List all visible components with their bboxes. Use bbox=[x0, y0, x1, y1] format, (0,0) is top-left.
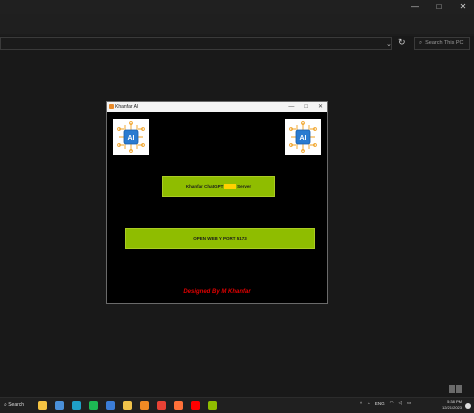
network-icon[interactable]: ◔ bbox=[367, 401, 370, 406]
app-titlebar: Khanfar AI — □ ✕ bbox=[107, 102, 327, 112]
store-icon[interactable] bbox=[106, 401, 115, 410]
designed-by-label: Designed By M Khanfar bbox=[183, 289, 251, 295]
explorer-icon[interactable] bbox=[38, 401, 47, 410]
khanfar-ai-window: Khanfar AI — □ ✕ AI AI Khanfar ChatGPT (… bbox=[106, 101, 328, 304]
vlc-icon[interactable] bbox=[140, 401, 149, 410]
refresh-icon[interactable]: ↻ bbox=[398, 37, 406, 48]
explorer-window-controls: — □ ✕ bbox=[410, 1, 468, 13]
taskbar-clock[interactable]: 5:38 PM 12/21/2023 bbox=[436, 399, 462, 411]
svg-text:AI: AI bbox=[128, 135, 135, 142]
explorer-titlebar: — □ ✕ bbox=[0, 0, 474, 14]
taskbar-search-label: Search bbox=[8, 402, 25, 408]
server-button-label: Khanfar ChatGPT bbox=[185, 184, 224, 189]
spotify-icon[interactable] bbox=[89, 401, 98, 410]
clock-date: 12/21/2023 bbox=[441, 405, 462, 410]
taskbar-search-button[interactable]: ⌕ Search bbox=[2, 400, 30, 411]
search-icon: ⌕ bbox=[419, 40, 423, 46]
widget-tiles bbox=[449, 385, 462, 393]
taskbar-pinned-apps bbox=[38, 401, 217, 410]
maximize-button[interactable]: □ bbox=[434, 1, 444, 13]
app-minimize-button[interactable]: — bbox=[288, 102, 294, 112]
youtube-icon[interactable] bbox=[191, 401, 200, 410]
chevron-up-icon[interactable]: ^ bbox=[360, 401, 362, 406]
battery-icon[interactable]: ▭ bbox=[407, 400, 411, 406]
firefox-icon[interactable] bbox=[174, 401, 183, 410]
search-input[interactable]: ⌕ Search This PC bbox=[414, 37, 470, 50]
volume-icon[interactable]: ◁ bbox=[399, 400, 402, 406]
server-status-highlight: (ON) bbox=[224, 184, 237, 189]
app-close-button[interactable]: ✕ bbox=[318, 102, 323, 112]
server-button-suffix: Server bbox=[237, 184, 252, 189]
system-tray: ^ ◔ ENG ◠ ◁ ▭ bbox=[360, 400, 411, 406]
ai-logo-left: AI bbox=[113, 119, 149, 155]
open-web-button[interactable]: OPEN WEB Y PORT 5173 bbox=[125, 228, 315, 249]
chrome-icon[interactable] bbox=[157, 401, 166, 410]
explorer-tabs-bar bbox=[0, 14, 474, 34]
wifi-icon[interactable]: ◠ bbox=[390, 400, 394, 406]
app-icon[interactable] bbox=[208, 401, 217, 410]
svg-text:AI: AI bbox=[300, 135, 307, 142]
taskbar: ⌕ Search ^ ◔ ENG ◠ ◁ ▭ 5:38 PM 12/21/202… bbox=[0, 397, 474, 413]
app-feather-icon bbox=[109, 104, 114, 109]
search-placeholder: Search This PC bbox=[425, 40, 464, 46]
language-indicator[interactable]: ENG bbox=[375, 401, 385, 406]
app-title: Khanfar AI bbox=[115, 104, 139, 110]
chevron-down-icon[interactable]: ⌄ bbox=[386, 40, 392, 48]
address-bar[interactable]: ⌄ bbox=[0, 37, 392, 50]
minimize-button[interactable]: — bbox=[410, 1, 420, 13]
server-toggle-button[interactable]: Khanfar ChatGPT (ON) Server bbox=[162, 176, 275, 197]
task-view-icon[interactable] bbox=[55, 401, 64, 410]
close-button[interactable]: ✕ bbox=[458, 1, 468, 13]
notification-icon[interactable] bbox=[465, 403, 471, 409]
ai-logo-right: AI bbox=[285, 119, 321, 155]
explorer-address-row: ⌄ ↻ ⌕ Search This PC bbox=[0, 36, 474, 52]
edge-icon[interactable] bbox=[72, 401, 81, 410]
app-window-controls: — □ ✕ bbox=[288, 102, 323, 112]
app-maximize-button[interactable]: □ bbox=[304, 102, 308, 112]
folder-icon[interactable] bbox=[123, 401, 132, 410]
